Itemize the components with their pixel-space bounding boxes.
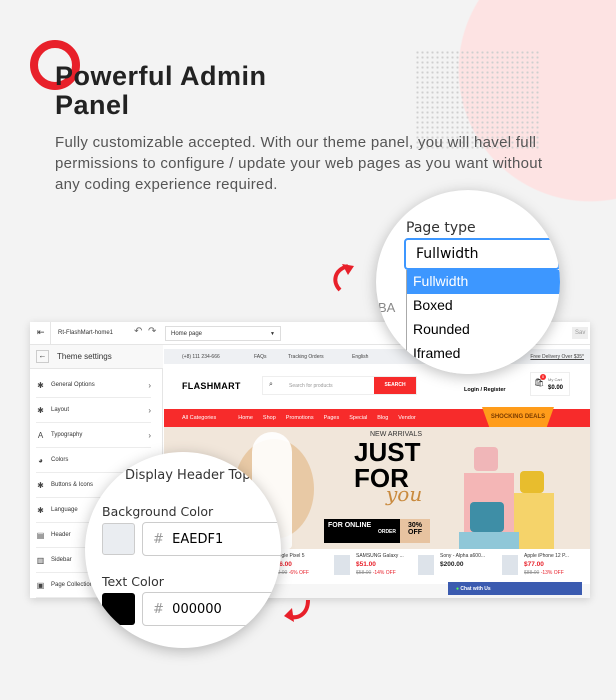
login-link[interactable]: Login / Register [464,387,506,393]
sidebar-icon: ▥ [36,555,45,565]
arrow-icon [333,264,354,292]
background-color-swatch[interactable] [102,523,135,555]
text-color-swatch[interactable] [102,593,135,625]
page-select[interactable]: Home page ▼ [165,326,281,341]
page-type-option[interactable]: Iframed [407,342,560,366]
nav-item[interactable]: Vendor [398,415,415,421]
undo-icon[interactable]: ↶ [134,326,142,337]
chevron-right-icon: › [148,430,151,440]
sidebar-item-label: Language [51,507,78,513]
nav-item[interactable]: Pages [324,415,340,421]
sidebar-item-label: Header [51,532,71,538]
search-button[interactable]: SEARCH [374,377,416,394]
redo-icon[interactable]: ↷ [148,326,156,337]
magnifier-colors: Display Header Top: Background Color # E… [85,452,281,648]
sidebar-item-label: Page Collection [51,582,94,588]
bag-image [474,447,498,471]
gear-icon: ✱ [37,505,44,515]
phone: (+8) 111 234-666 [182,354,220,360]
gear-icon: ✱ [37,380,44,390]
tracking-link[interactable]: Tracking Orders [288,354,324,360]
chat-button[interactable]: ● Chat with Us [448,582,582,595]
search-input[interactable]: ⌕ Search for products SEARCH [262,376,417,395]
language-select[interactable]: English [352,354,368,360]
bag-image [520,471,544,493]
cart-button[interactable]: 🛍 0 My Cart $0.00 [530,372,570,396]
header-icon: ▤ [36,530,45,540]
cart-count: 0 [540,374,546,380]
typography-icon: A [37,430,44,440]
gear-icon: ✱ [37,480,44,490]
product-image [334,555,350,575]
product-image [418,555,434,575]
nav-item[interactable]: Blog [377,415,388,421]
product-card[interactable]: Apple iPhone 12 P... $77.00 $88.00 -13% OF… [502,553,590,576]
bag-icon: ▣ [36,580,45,590]
sidebar-item[interactable]: ✱ General Options › [36,373,151,398]
chevron-right-icon: › [148,405,151,415]
nav-item[interactable]: Home [238,415,253,421]
sidebar-item-label: Buttons & Icons [51,482,94,488]
background-color-input[interactable]: # EAEDF1 [142,522,281,556]
arrow-icon [284,599,310,622]
description: Fully customizable accepted. With our th… [55,134,543,193]
search-icon: ⌕ [269,381,273,388]
back-button[interactable]: ← [36,350,49,363]
sidebar-item[interactable]: A Typography › [36,423,151,448]
sidebar-item-label: Colors [51,457,69,463]
page-type-option[interactable]: Rounded [407,318,560,342]
text-color-input[interactable]: # 000000 [142,592,281,626]
magnifier-page-type: Page type BA Fullwidth Fullwidth Boxed Rou… [376,190,560,374]
page-type-option[interactable]: Fullwidth [407,270,560,294]
page-type-options: Fullwidth Boxed Rounded Iframed [406,270,560,374]
page-type-select[interactable]: Fullwidth [404,238,560,270]
theme-name: Rt-FlashMart-home1 [58,330,114,336]
store-logo[interactable]: FLASHMART [182,381,241,391]
exit-icon[interactable]: ⇤ [37,327,45,338]
nav-item[interactable]: Special [349,415,367,421]
palette-icon: ◕ [38,455,43,465]
deals-badge[interactable]: SHOCKING DEALS [482,407,554,427]
page-title: Powerful Admin Panel [55,61,267,120]
nav-item[interactable]: All Categories [182,415,216,421]
sidebar-item[interactable]: ✱ Layout › [36,398,151,423]
gear-icon: ✱ [37,405,44,415]
sidebar-item-label: General Options [51,382,95,388]
bag-image [470,502,504,532]
page-type-option[interactable]: Boxed [407,294,560,318]
sidebar-item-label: Sidebar [51,557,72,563]
save-button[interactable]: Sav [572,327,589,339]
chevron-right-icon: › [148,380,151,390]
sidebar-title: Theme settings [57,352,112,361]
cart-total: $0.00 [548,385,564,391]
faqs-link[interactable]: FAQs [254,354,267,360]
product-image [502,555,518,575]
header-top-checkbox[interactable] [100,465,109,474]
nav-item[interactable]: Promotions [286,415,314,421]
sidebar-item-label: Typography [51,432,83,438]
nav-item[interactable]: Shop [263,415,276,421]
sidebar-item-label: Layout [51,407,70,413]
